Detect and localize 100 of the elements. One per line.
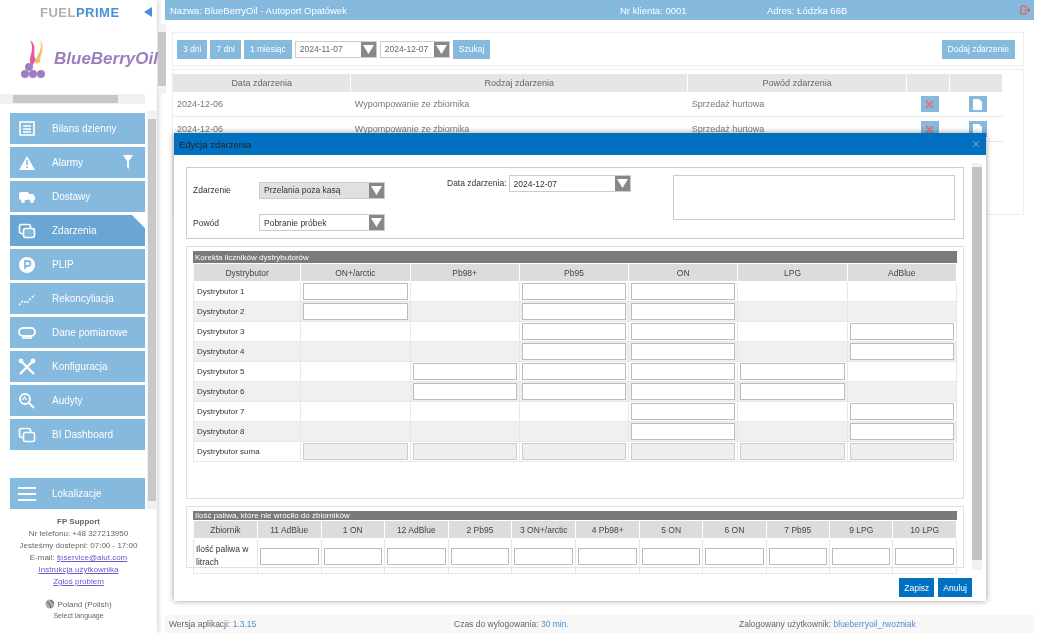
brand-logo: FUELPRIME: [40, 4, 120, 20]
nav-item[interactable]: Dostawy: [10, 181, 145, 212]
logout-icon[interactable]: [1020, 5, 1030, 15]
nav-item[interactable]: Lokalizacje: [10, 478, 145, 509]
input-field[interactable]: [303, 303, 408, 320]
input-field[interactable]: [514, 547, 574, 565]
close-icon[interactable]: [972, 140, 980, 148]
input-field[interactable]: [740, 363, 845, 380]
nav-item[interactable]: Audyty: [10, 385, 145, 416]
parking-icon: [18, 255, 36, 274]
horizontal-scrollbar[interactable]: [0, 94, 145, 104]
input-field[interactable]: [832, 547, 891, 565]
language-selector[interactable]: Poland (Polish): [57, 599, 112, 609]
dialog-button[interactable]: Zapisz: [899, 578, 935, 597]
document-button[interactable]: [968, 96, 987, 112]
column-header: Zbiornik: [193, 520, 258, 539]
input-field[interactable]: [412, 383, 517, 400]
support-link[interactable]: Zgłoś problem: [53, 577, 104, 586]
input-field[interactable]: [631, 423, 736, 440]
column-header: 3 ON+/arctic: [511, 520, 576, 539]
input-field[interactable]: [521, 363, 627, 380]
row-label: Dystrybutor 8: [193, 421, 301, 442]
footer-value: 30 min.: [540, 619, 569, 629]
input-field[interactable]: [578, 547, 638, 565]
input-field[interactable]: [705, 547, 764, 565]
date-dropdown[interactable]: 2024-12-07: [508, 175, 631, 192]
input-field[interactable]: [631, 343, 736, 360]
range-button[interactable]: 7 dni: [210, 39, 241, 59]
add-event-button[interactable]: Dodaj zdarzenie: [941, 39, 1015, 59]
section-header: Korekta liczników dystrybutorów: [193, 251, 957, 263]
input-field[interactable]: [895, 547, 954, 565]
email-link[interactable]: fpservice@aiut.com: [56, 553, 128, 562]
nav-item[interactable]: Rekoncyliacja: [10, 283, 145, 314]
dialog-button[interactable]: Anuluj: [938, 578, 972, 597]
address: Adres: Łódzka 66B: [767, 4, 848, 16]
input-field[interactable]: [521, 283, 627, 300]
input-field[interactable]: [631, 283, 736, 300]
filter-icon[interactable]: [123, 155, 133, 169]
row-label: Dystrybutor 1: [193, 281, 301, 302]
tools-icon: [18, 357, 36, 376]
input-field[interactable]: [849, 403, 954, 420]
nav-item[interactable]: BI Dashboard: [10, 419, 145, 450]
input-field[interactable]: [631, 303, 736, 320]
input-field[interactable]: [642, 547, 701, 565]
column-header: Pb98+: [410, 263, 520, 282]
input-field[interactable]: [259, 547, 319, 565]
input-field[interactable]: [631, 383, 736, 400]
nav-item[interactable]: Bilans dzienny: [10, 113, 145, 144]
input-field[interactable]: [323, 547, 382, 565]
nav-item[interactable]: Alarmy: [10, 147, 145, 178]
x-icon: [925, 124, 934, 134]
input-field[interactable]: [849, 323, 954, 340]
column-header: 4 Pb98+: [575, 520, 640, 539]
scrollbar[interactable]: [157, 24, 166, 94]
row-label: Dystrybutor 3: [193, 321, 301, 342]
delete-button[interactable]: [920, 96, 939, 112]
input-field[interactable]: [386, 547, 446, 565]
column-header: Powód zdarzenia: [687, 74, 907, 92]
column-header: 1 ON: [321, 520, 385, 539]
range-button[interactable]: 1 miesiąc: [243, 39, 292, 59]
footer-value: blueberryoil_rwozniak: [833, 619, 916, 629]
windows-icon: [18, 425, 36, 444]
input-field[interactable]: [631, 403, 736, 420]
input-field[interactable]: [631, 323, 736, 340]
collapse-icon[interactable]: [144, 7, 152, 17]
input-field[interactable]: [521, 343, 627, 360]
scrollbar[interactable]: [147, 111, 157, 509]
input-field[interactable]: [768, 547, 828, 565]
input-field[interactable]: [450, 547, 510, 565]
input-field[interactable]: [740, 383, 845, 400]
table-icon: [18, 119, 36, 138]
input-field[interactable]: [849, 423, 954, 440]
input-field[interactable]: [303, 283, 408, 300]
nav-item[interactable]: Zdarzenia: [10, 215, 145, 246]
x-icon: [925, 99, 934, 109]
input-field[interactable]: [521, 383, 627, 400]
search-button[interactable]: Szukaj: [452, 39, 491, 59]
date-from-dropdown[interactable]: 2024-11-07: [294, 40, 377, 58]
input-field[interactable]: [521, 323, 627, 340]
input-field[interactable]: [849, 343, 954, 360]
column-header: 5 ON: [639, 520, 703, 539]
nav-item[interactable]: Konfiguracja: [10, 351, 145, 382]
support-title: FP Support: [57, 517, 100, 526]
input-field[interactable]: [521, 303, 627, 320]
range-button[interactable]: 3 dni: [177, 39, 208, 59]
station-name: Nazwa: BlueBerryOil - Autoport Opatówek: [170, 4, 348, 16]
nav-item[interactable]: Dane pomiarowe: [10, 317, 145, 348]
brand-name: BlueBerryOil: [54, 49, 158, 69]
input-field[interactable]: [631, 363, 736, 380]
caret-icon: [369, 215, 384, 231]
input-field[interactable]: [412, 363, 517, 380]
caret-icon: [369, 182, 384, 198]
notes-field[interactable]: [673, 175, 955, 220]
scrollbar[interactable]: [972, 163, 982, 570]
nav-item[interactable]: PLIP: [10, 249, 145, 280]
date-to-dropdown[interactable]: 2024-12-07: [379, 40, 450, 58]
support-link[interactable]: Instrukcja użytkownika: [38, 565, 119, 574]
footer-label: Wersja aplikacji:: [169, 619, 231, 629]
dropdown[interactable]: Pobranie próbek: [259, 214, 385, 232]
column-header: Pb95: [519, 263, 629, 282]
